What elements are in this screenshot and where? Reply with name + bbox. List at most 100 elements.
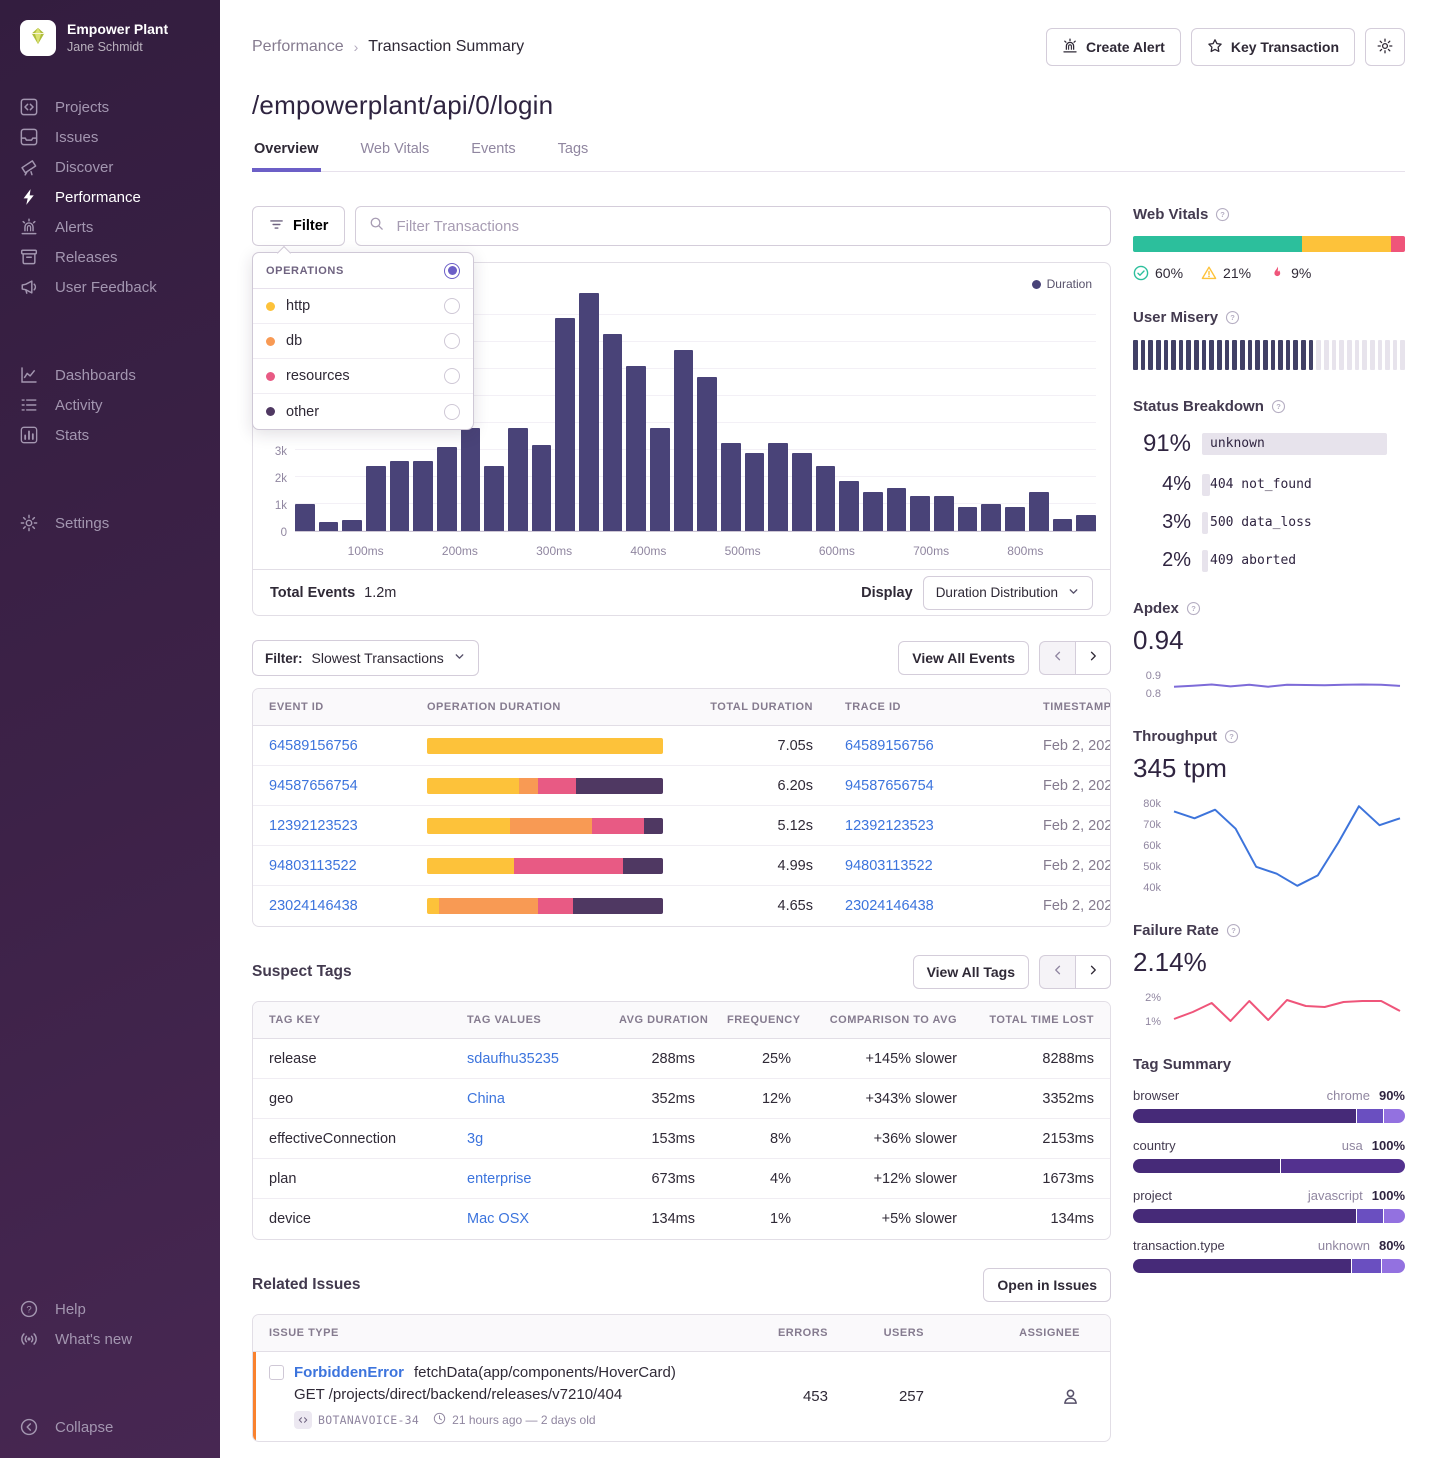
histogram-bar[interactable]: [555, 318, 575, 531]
histogram-bar[interactable]: [934, 496, 954, 531]
histogram-bar[interactable]: [839, 481, 859, 531]
open-in-issues-button[interactable]: Open in Issues: [983, 1268, 1111, 1302]
histogram-bar[interactable]: [792, 453, 812, 531]
dropdown-header[interactable]: OPERATIONS: [253, 253, 473, 289]
histogram-bar[interactable]: [1053, 519, 1073, 531]
next-page-button[interactable]: [1075, 641, 1111, 675]
trace-id-link[interactable]: 64589156756: [845, 738, 934, 754]
sidebar-item-releases[interactable]: Releases: [0, 242, 220, 272]
trace-id-link[interactable]: 94803113522: [845, 858, 933, 874]
operation-option-http[interactable]: http: [253, 289, 473, 324]
events-filter-select[interactable]: Filter: Slowest Transactions: [252, 640, 479, 676]
trace-id-link[interactable]: 94587656754: [845, 778, 934, 794]
question-icon[interactable]: ?: [1226, 923, 1241, 938]
question-icon[interactable]: ?: [1186, 601, 1201, 616]
tag-value-link[interactable]: enterprise: [467, 1171, 531, 1187]
histogram-bar[interactable]: [295, 504, 315, 531]
histogram-bar[interactable]: [532, 445, 552, 531]
histogram-bar[interactable]: [1029, 492, 1049, 531]
histogram-bar[interactable]: [484, 466, 504, 531]
sidebar-item-user-feedback[interactable]: User Feedback: [0, 272, 220, 302]
trace-id-link[interactable]: 23024146438: [845, 898, 934, 914]
operation-option-other[interactable]: other: [253, 394, 473, 429]
histogram-bar[interactable]: [461, 428, 481, 531]
event-id-link[interactable]: 64589156756: [269, 738, 358, 754]
sidebar-item-issues[interactable]: Issues: [0, 122, 220, 152]
tag-value-link[interactable]: sdaufhu35235: [467, 1051, 559, 1067]
sidebar-item-dashboards[interactable]: Dashboards: [0, 360, 220, 390]
histogram-bar[interactable]: [390, 461, 410, 531]
sidebar-item-stats[interactable]: Stats: [0, 420, 220, 450]
histogram-bar[interactable]: [863, 492, 883, 531]
issue-error-type-link[interactable]: ForbiddenError: [294, 1364, 404, 1381]
histogram-bar[interactable]: [437, 447, 457, 531]
prev-page-button[interactable]: [1039, 955, 1075, 989]
histogram-bar[interactable]: [650, 428, 670, 531]
next-page-button[interactable]: [1075, 955, 1111, 989]
key-transaction-button[interactable]: Key Transaction: [1191, 28, 1355, 66]
histogram-bar[interactable]: [342, 520, 362, 531]
issue-checkbox[interactable]: [269, 1365, 284, 1380]
histogram-bar[interactable]: [1005, 507, 1025, 531]
operation-radio[interactable]: [444, 368, 460, 384]
prev-page-button[interactable]: [1039, 641, 1075, 675]
event-id-link[interactable]: 12392123523: [269, 818, 358, 834]
operations-radio[interactable]: [444, 263, 460, 279]
operation-radio[interactable]: [444, 333, 460, 349]
sidebar-item-help[interactable]: ?Help: [0, 1294, 220, 1324]
histogram-bar[interactable]: [319, 522, 339, 531]
histogram-bar[interactable]: [958, 507, 978, 531]
create-alert-button[interactable]: Create Alert: [1046, 28, 1181, 66]
tab-web-vitals[interactable]: Web Vitals: [359, 141, 432, 171]
sidebar-item-settings[interactable]: Settings: [0, 508, 220, 538]
tag-value-link[interactable]: 3g: [467, 1131, 483, 1147]
histogram-bar[interactable]: [816, 466, 836, 531]
operation-radio[interactable]: [444, 298, 460, 314]
trace-id-link[interactable]: 12392123523: [845, 818, 934, 834]
histogram-bar[interactable]: [721, 443, 741, 531]
sidebar-item-projects[interactable]: Projects: [0, 92, 220, 122]
histogram-bar[interactable]: [981, 504, 1001, 531]
question-icon[interactable]: ?: [1271, 399, 1286, 414]
event-id-link[interactable]: 94803113522: [269, 858, 357, 874]
issue-assignee[interactable]: [940, 1387, 1110, 1406]
question-icon[interactable]: ?: [1224, 729, 1239, 744]
tag-value-link[interactable]: China: [467, 1091, 505, 1107]
operation-option-resources[interactable]: resources: [253, 359, 473, 394]
sidebar-item-whats-new[interactable]: What's new: [0, 1324, 220, 1354]
histogram-bar[interactable]: [626, 366, 646, 531]
sidebar-item-performance[interactable]: Performance: [0, 182, 220, 212]
histogram-bar[interactable]: [508, 428, 528, 531]
tag-value-link[interactable]: Mac OSX: [467, 1211, 529, 1227]
histogram-bar[interactable]: [745, 453, 765, 531]
filter-button[interactable]: Filter: [252, 206, 345, 246]
histogram-bar[interactable]: [366, 466, 386, 531]
sidebar-item-activity[interactable]: Activity: [0, 390, 220, 420]
search-input[interactable]: [394, 217, 1097, 236]
histogram-bar[interactable]: [910, 496, 930, 531]
operation-option-db[interactable]: db: [253, 324, 473, 359]
histogram-bar[interactable]: [413, 461, 433, 531]
histogram-bar[interactable]: [887, 488, 907, 531]
view-all-events-button[interactable]: View All Events: [898, 641, 1029, 675]
histogram-bar[interactable]: [1076, 515, 1096, 531]
tab-overview[interactable]: Overview: [252, 141, 321, 172]
histogram-bar[interactable]: [697, 377, 717, 531]
tab-tags[interactable]: Tags: [556, 141, 591, 171]
operation-radio[interactable]: [444, 404, 460, 420]
display-select[interactable]: Duration Distribution: [923, 576, 1093, 610]
tab-events[interactable]: Events: [469, 141, 517, 171]
sidebar-item-discover[interactable]: Discover: [0, 152, 220, 182]
settings-gear-button[interactable]: [1365, 28, 1405, 66]
histogram-bar[interactable]: [674, 350, 694, 531]
question-icon[interactable]: ?: [1225, 310, 1240, 325]
event-id-link[interactable]: 94587656754: [269, 778, 358, 794]
histogram-bar[interactable]: [579, 293, 599, 531]
event-id-link[interactable]: 23024146438: [269, 898, 358, 914]
sidebar-item-alerts[interactable]: Alerts: [0, 212, 220, 242]
breadcrumb-performance[interactable]: Performance: [252, 38, 344, 56]
histogram-bar[interactable]: [768, 443, 788, 531]
histogram-bar[interactable]: [603, 334, 623, 531]
question-icon[interactable]: ?: [1215, 207, 1230, 222]
org-switcher[interactable]: Empower Plant Jane Schmidt: [0, 20, 220, 56]
